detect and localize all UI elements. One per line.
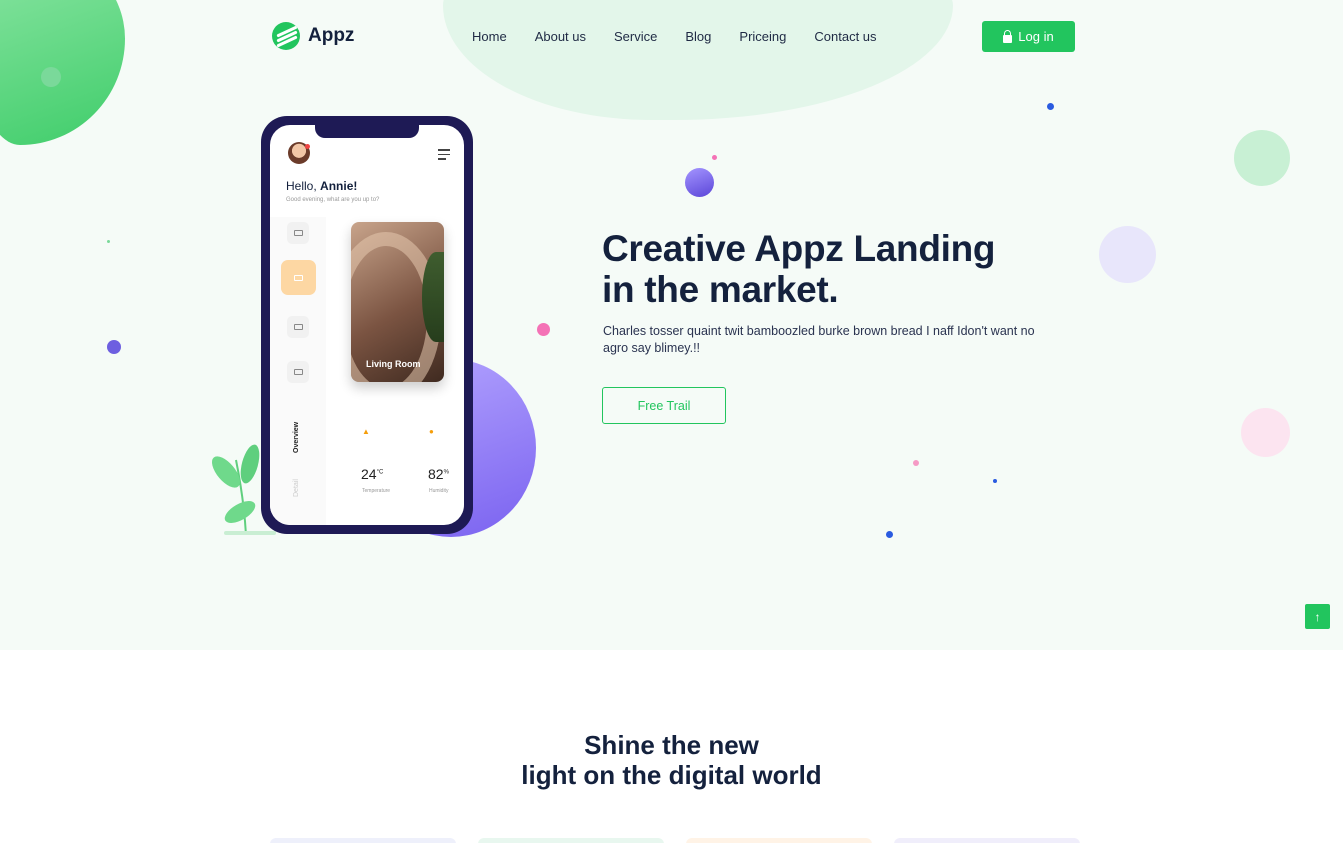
login-button[interactable]: Log in [982, 21, 1075, 52]
nav-item-home[interactable]: Home [472, 29, 507, 44]
login-label: Log in [1018, 29, 1054, 44]
nav-item-service[interactable]: Service [614, 29, 657, 44]
arrow-up-icon: ↑ [1314, 609, 1321, 624]
decorative-blob [443, 0, 953, 120]
lock-icon [1003, 29, 1013, 43]
tab-overview: Overview [293, 421, 300, 453]
room-card: Living Room [351, 222, 444, 382]
decorative-dot [712, 155, 717, 160]
brand-name: Appz [308, 25, 355, 46]
feature-card [894, 838, 1080, 843]
humidity-icon: ● [429, 427, 434, 436]
phone-mockup: Hello, Annie! Good evening, what are you… [261, 116, 473, 534]
feature-card [478, 838, 664, 843]
scroll-to-top-button[interactable]: ↑ [1305, 604, 1330, 629]
decorative-dot [41, 67, 61, 87]
nav-item-about[interactable]: About us [535, 29, 586, 44]
section-title: Shine the new light on the digital world [521, 730, 822, 790]
decorative-dot [1241, 408, 1290, 457]
sofa-icon [281, 260, 316, 295]
nav-item-pricing[interactable]: Priceing [739, 29, 786, 44]
tv-icon [287, 222, 309, 244]
decorative-blob [0, 0, 125, 145]
hero-description: Charles tosser quaint twit bamboozled bu… [603, 324, 1035, 355]
room-label: Living Room [366, 359, 421, 369]
phone-screen: Hello, Annie! Good evening, what are you… [270, 125, 464, 525]
decorative-dot [993, 479, 997, 483]
free-trial-button[interactable]: Free Trail [602, 387, 726, 424]
nav-item-blog[interactable]: Blog [685, 29, 711, 44]
brand-logo[interactable]: Appz [272, 22, 354, 50]
humidity-reading: 82% [428, 466, 449, 482]
greeting-subtitle: Good evening, what are you up to? [286, 197, 380, 203]
bed-icon [287, 316, 309, 338]
feature-card [686, 838, 872, 843]
decorative-dot [1099, 226, 1156, 283]
decorative-dot [1047, 103, 1054, 110]
decorative-dot [107, 240, 110, 243]
decorative-dot [107, 340, 121, 354]
tab-detail: Detail [293, 479, 300, 497]
menu-icon [438, 149, 450, 163]
decorative-dot [537, 323, 550, 336]
hero-section: Appz Home About us Service Blog Priceing… [0, 0, 1343, 650]
bath-icon [287, 361, 309, 383]
logo-icon [272, 22, 300, 50]
decorative-dot [685, 168, 714, 197]
temperature-label: Temperature [362, 488, 391, 494]
hero-title: Creative Appz Landing in the market. [602, 228, 996, 310]
decorative-dot [1234, 130, 1290, 186]
main-nav: Home About us Service Blog Priceing Cont… [472, 29, 905, 44]
decorative-dot [913, 460, 919, 466]
thermometer-icon: ▲ [362, 427, 370, 436]
decorative-dot [886, 531, 893, 538]
notification-dot [305, 144, 310, 149]
temperature-reading: 24°C [361, 466, 384, 482]
nav-item-contact[interactable]: Contact us [814, 29, 876, 44]
feature-cards [270, 838, 1080, 843]
feature-card [270, 838, 456, 843]
humidity-label: Humidity [429, 488, 449, 494]
greeting: Hello, Annie! [286, 179, 358, 193]
